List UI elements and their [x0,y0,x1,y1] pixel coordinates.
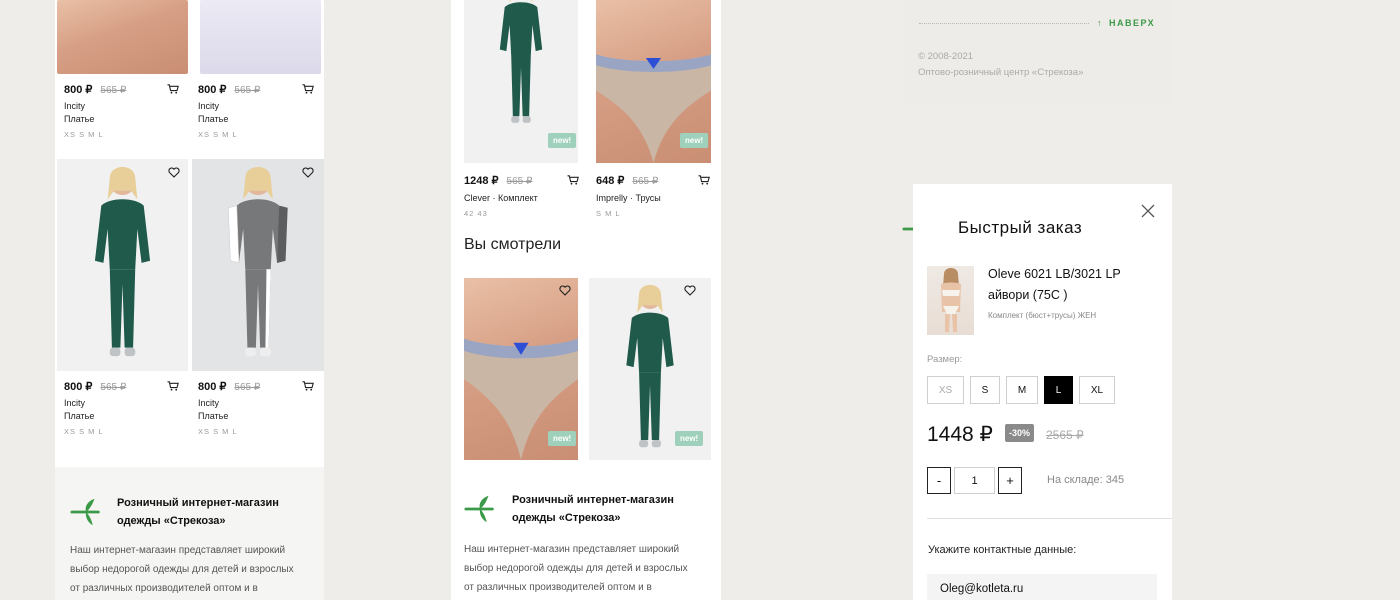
store-info: Розничный интернет-магазин одежды «Стрек… [55,467,324,600]
recently-viewed-title: Вы смотрели [464,236,562,253]
old-price: 565 ₽ [632,176,659,187]
store-description: Наш интернет-магазин представляет широки… [464,544,688,593]
brand-type: Imprelly · Трусы [596,193,661,203]
model-photo [192,159,324,371]
product-type: Платье [64,411,95,421]
old-price: 2565 ₽ [1046,428,1084,442]
product-name: Oleve 6021 LB/3021 LP айвори (75С ) [988,267,1121,302]
copyright: © 2008-2021 Оптово-розничный центр «Стре… [918,51,1084,78]
cart-icon[interactable] [167,381,179,391]
price-row: 800 ₽ 565 ₽ [198,83,260,96]
new-badge: new! [548,431,577,446]
email-field[interactable]: Oleg@kotleta.ru [927,574,1157,600]
price: 1248 ₽ [464,175,499,187]
product-type: Платье [198,114,229,124]
brand: Incity [198,398,220,408]
stock-count: На складе: 345 [1047,474,1125,486]
cart-icon[interactable] [698,175,710,185]
sizes: XS S M L [198,427,238,436]
product-image[interactable] [192,159,324,371]
old-price: 565 ₽ [506,176,533,187]
price-row: 648 ₽ 565 ₽ [596,174,658,187]
heart-icon[interactable] [559,285,571,296]
store-description: Наш интернет-магазин представляет широки… [70,545,294,594]
screen-footer: ↑ НАВЕРХ © 2008-2021 Оптово-розничный цен… [903,0,1172,105]
store-title: Розничный интернет-магазин одежды «Стрек… [512,494,674,524]
dragonfly-logo-icon [464,494,498,524]
price-row: 800 ₽ 565 ₽ [64,380,126,393]
price: 1448 ₽ [927,423,993,446]
contact-label: Укажите контактные данные: [928,544,1077,556]
cart-icon[interactable] [567,175,579,185]
brand: Incity [64,101,86,111]
quantity-increase-button[interactable]: + [998,467,1022,494]
price: 800 ₽ [64,381,93,393]
product-subtitle: Комплект (бюст+трусы) ЖЕН [988,311,1097,320]
store-info: Розничный интернет-магазин одежды «Стрек… [451,468,721,600]
old-price: 565 ₽ [100,85,127,96]
model-photo [57,159,188,371]
price-row: 1248 ₽ 565 ₽ [464,174,532,187]
size-option-m[interactable]: M [1006,376,1038,404]
new-badge: new! [548,133,577,148]
product-card[interactable] [192,0,324,150]
close-icon[interactable] [1141,204,1155,218]
product-type: Платье [64,114,95,124]
price: 800 ₽ [198,381,227,393]
cart-icon[interactable] [167,84,179,94]
heart-icon[interactable] [168,167,180,178]
price-row: 800 ₽ 565 ₽ [198,380,260,393]
heart-icon[interactable] [684,285,696,296]
screen-catalog-1: 800 ₽ 565 ₽ Incity Платье XS S M L 800 ₽… [55,0,324,600]
heart-icon[interactable] [302,167,314,178]
sizes: XS S M L [64,427,104,436]
quick-order-modal: Быстрый заказ Oleve 6021 LB/3021 LP айво… [913,184,1172,600]
price-row: 800 ₽ 565 ₽ [64,83,126,96]
brand: Incity [198,101,220,111]
sizes: XS S M L [198,130,238,139]
cart-icon[interactable] [302,381,314,391]
back-to-top-link[interactable]: ↑ НАВЕРХ [1097,18,1155,28]
size-option-l[interactable]: L [1044,376,1073,404]
product-photo [941,268,961,332]
cart-icon[interactable] [302,84,314,94]
dotted-divider [919,23,1089,24]
price: 800 ₽ [198,84,227,96]
size-label: Размер: [927,354,963,365]
sizes: XS S M L [64,130,104,139]
arrow-up-icon: ↑ [1097,18,1103,28]
dragonfly-logo-icon [70,497,104,527]
sizes: 42 43 [464,209,488,218]
product-image[interactable] [57,0,188,74]
brand: Incity [64,398,86,408]
quantity-input[interactable]: 1 [954,467,995,494]
product-image[interactable] [200,0,321,74]
store-title: Розничный интернет-магазин одежды «Стрек… [117,497,279,527]
quantity-decrease-button[interactable]: - [927,467,951,494]
size-option-s[interactable]: S [970,376,1000,404]
product-card[interactable] [57,0,188,150]
brand-type: Clever · Комплект [464,193,538,203]
old-price: 565 ₽ [100,382,127,393]
product-thumbnail [927,266,974,335]
modal-title: Быстрый заказ [958,218,1083,237]
new-badge: new! [680,133,709,148]
screen-catalog-2: new! new! 1248 ₽ 565 ₽ Clever · Комплект… [451,0,721,600]
product-image[interactable] [57,159,188,371]
size-option-xl[interactable]: XL [1079,376,1115,404]
product-type: Платье [198,411,229,421]
old-price: 565 ₽ [234,85,261,96]
price: 800 ₽ [64,84,93,96]
sizes: S M L [596,209,621,218]
new-badge: new! [675,431,704,446]
discount-badge: -30% [1005,424,1035,442]
divider [927,518,1172,519]
old-price: 565 ₽ [234,382,261,393]
price: 648 ₽ [596,175,625,187]
size-option-xs[interactable]: XS [927,376,964,404]
